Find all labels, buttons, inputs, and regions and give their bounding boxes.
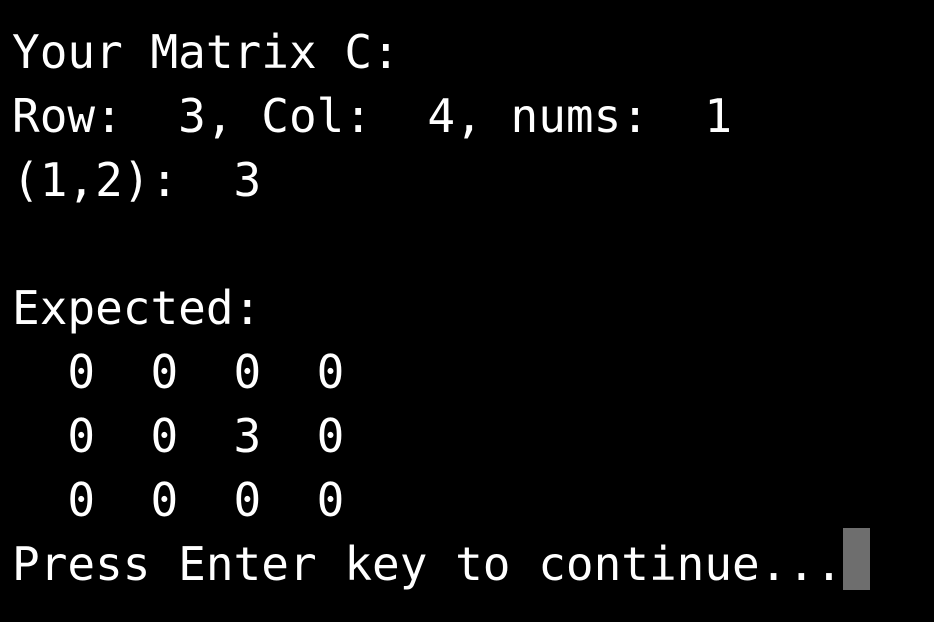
terminal-window[interactable]: Your Matrix C: Row: 3, Col: 4, nums: 1 (… — [12, 20, 922, 596]
matrix-title-line: Your Matrix C: — [12, 25, 400, 79]
prompt-line: Press Enter key to continue... — [12, 528, 922, 596]
expected-row-1: 0 0 0 0 — [12, 345, 345, 399]
expected-label-line: Expected: — [12, 281, 262, 335]
text-cursor[interactable] — [842, 528, 870, 590]
expected-row-3: 0 0 0 0 — [12, 473, 345, 527]
matrix-entry-line: (1,2): 3 — [12, 153, 262, 207]
expected-row-2: 0 0 3 0 — [12, 409, 345, 463]
continue-prompt: Press Enter key to continue... — [12, 537, 843, 591]
matrix-dimensions-line: Row: 3, Col: 4, nums: 1 — [12, 89, 733, 143]
